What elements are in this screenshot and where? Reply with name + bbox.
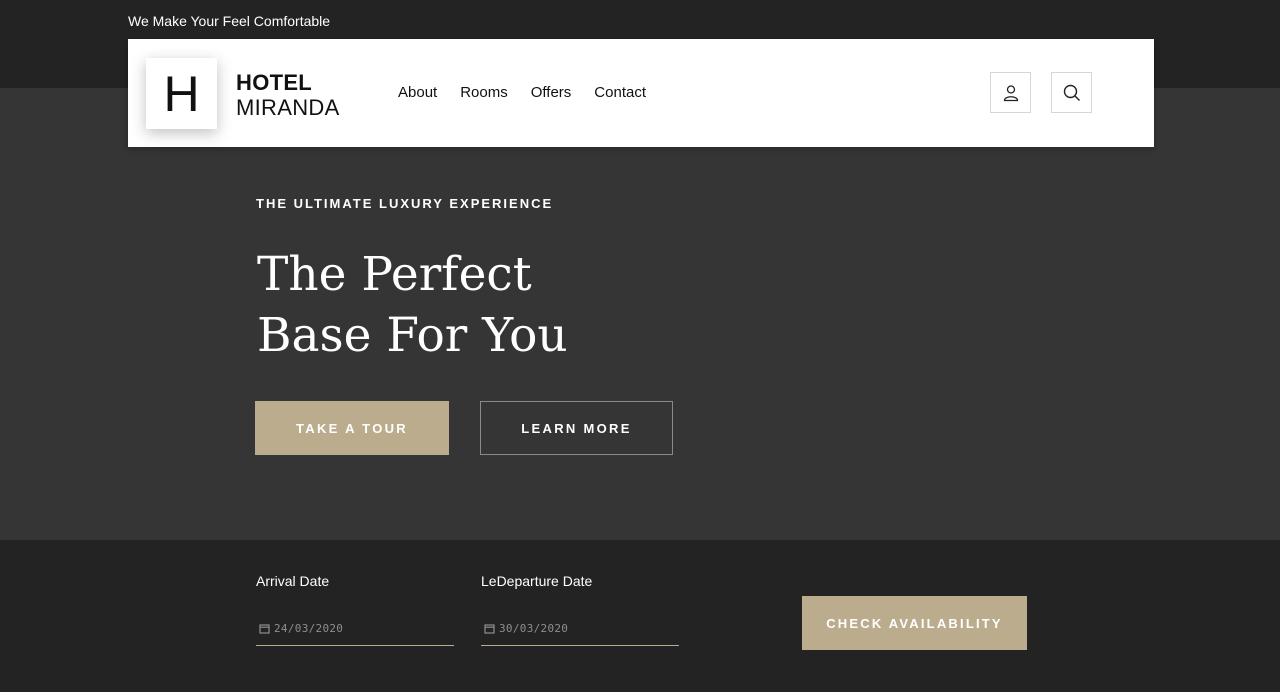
hero-title: The Perfect Base For You bbox=[257, 244, 568, 366]
hero-title-line-1: The Perfect bbox=[257, 247, 532, 302]
user-icon bbox=[1003, 84, 1018, 101]
nav-rooms[interactable]: Rooms bbox=[460, 84, 508, 101]
main-nav: About Rooms Offers Contact bbox=[398, 84, 669, 101]
calendar-icon bbox=[259, 624, 270, 634]
nav-offers[interactable]: Offers bbox=[531, 84, 572, 101]
site-header: H HOTEL MIRANDA About Rooms Offers Conta… bbox=[128, 39, 1154, 147]
departure-date-value: 30/03/2020 bbox=[499, 622, 569, 635]
search-icon bbox=[1063, 84, 1080, 101]
logo-line-miranda: MIRANDA bbox=[236, 95, 340, 120]
tagline: We Make Your Feel Comfortable bbox=[128, 13, 331, 29]
account-button[interactable] bbox=[990, 72, 1031, 113]
hero-eyebrow: THE ULTIMATE LUXURY EXPERIENCE bbox=[256, 196, 554, 211]
arrival-date-field[interactable]: 24/03/2020 bbox=[256, 612, 454, 646]
hero-title-line-2: Base For You bbox=[257, 308, 568, 363]
hero-section bbox=[0, 88, 1280, 540]
logo-line-hotel: HOTEL bbox=[236, 70, 313, 95]
nav-about[interactable]: About bbox=[398, 84, 437, 101]
departure-date-label: LeDeparture Date bbox=[481, 573, 593, 589]
take-a-tour-button[interactable]: TAKE A TOUR bbox=[255, 401, 449, 455]
calendar-icon bbox=[484, 624, 495, 634]
arrival-date-value: 24/03/2020 bbox=[274, 622, 344, 635]
check-availability-button[interactable]: CHECK AVAILABILITY bbox=[802, 596, 1027, 650]
logo-mark[interactable]: H bbox=[146, 58, 217, 129]
arrival-date-label: Arrival Date bbox=[256, 573, 330, 589]
learn-more-button[interactable]: LEARN MORE bbox=[480, 401, 673, 455]
departure-date-field[interactable]: 30/03/2020 bbox=[481, 612, 679, 646]
search-button[interactable] bbox=[1051, 72, 1092, 113]
nav-contact[interactable]: Contact bbox=[594, 84, 646, 101]
logo-text[interactable]: HOTEL MIRANDA bbox=[236, 70, 340, 120]
